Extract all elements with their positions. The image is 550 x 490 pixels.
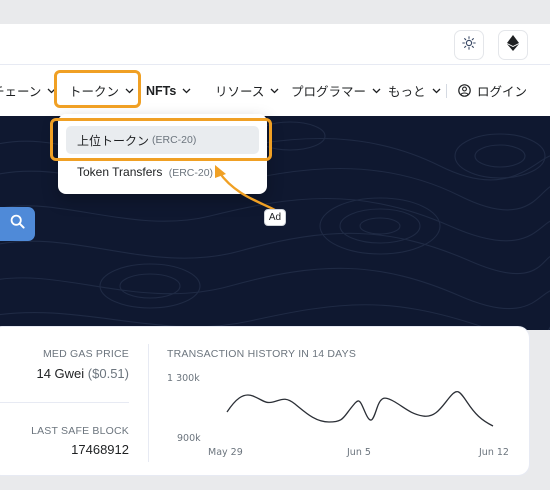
tx-history-line [226, 391, 494, 427]
search-icon [10, 214, 25, 234]
nav-label: もっと [388, 85, 426, 99]
nav-item-developers[interactable]: プログラマー [291, 65, 381, 116]
last-safe-block-value[interactable]: 17468912 [71, 442, 129, 457]
search-button[interactable] [0, 207, 35, 241]
x-tick-label: Jun 5 [347, 447, 371, 458]
chevron-down-icon [372, 88, 381, 94]
top-tokens-highlight-box [50, 118, 272, 161]
nav-item-nfts[interactable]: NFTs [146, 65, 191, 116]
menu-item-label: Token Transfers [77, 165, 163, 179]
user-circle-icon [458, 84, 471, 97]
login-label: ログイン [477, 85, 528, 99]
ethereum-icon [507, 34, 519, 56]
login-link[interactable]: ログイン [458, 65, 527, 116]
menu-item-token-transfers[interactable]: Token Transfers (ERC-20) [77, 165, 213, 179]
nav-label: プログラマー [291, 85, 367, 99]
gas-price-label: MED GAS PRICE [42, 348, 129, 360]
tx-history-title: TRANSACTION HISTORY IN 14 DAYS [167, 348, 357, 360]
stats-vertical-divider [148, 344, 149, 462]
x-tick-label: Jun 12 [479, 447, 509, 458]
browser-top-strip [0, 0, 550, 24]
chevron-down-icon [182, 88, 191, 94]
nav-item-resources[interactable]: リソース [215, 65, 279, 116]
tokens-highlight-box [54, 70, 141, 108]
gas-usd: ($0.51) [87, 366, 129, 381]
nav-label: チェーン [0, 85, 42, 99]
x-tick-label: May 29 [208, 447, 243, 458]
theme-toggle-button[interactable] [454, 30, 484, 60]
nav-item-chain[interactable]: チェーン [0, 65, 56, 116]
ad-badge: Ad [264, 209, 286, 226]
chevron-down-icon [270, 88, 279, 94]
gas-price-value[interactable]: 14 Gwei ($0.51) [36, 366, 129, 381]
last-safe-block-label: LAST SAFE BLOCK [31, 425, 129, 437]
gas-gwei: 14 Gwei [36, 366, 85, 381]
network-button[interactable] [498, 30, 528, 60]
annotation-arrow [215, 165, 277, 212]
nav-divider [446, 84, 447, 98]
stats-divider [0, 402, 129, 403]
top-header [0, 24, 550, 65]
nav-label: NFTs [146, 83, 177, 98]
nav-label: リソース [215, 85, 265, 99]
bottom-strip [0, 476, 550, 490]
nav-item-more[interactable]: もっと [388, 65, 441, 116]
y-tick-label: 900k [177, 433, 201, 444]
y-tick-label: 1 300k [167, 373, 200, 384]
sun-icon [462, 35, 476, 55]
chevron-down-icon [432, 88, 441, 94]
